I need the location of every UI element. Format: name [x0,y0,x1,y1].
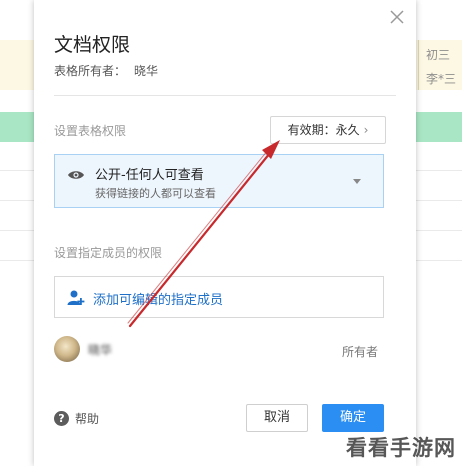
permission-section-label: 设置表格权限 [54,124,127,138]
sheet-cell[interactable]: 初三 [426,46,450,63]
members-section-label: 设置指定成员的权限 [54,246,163,260]
validity-button[interactable]: 有效期：永久 › [270,116,386,144]
add-user-icon [67,289,85,307]
sheet-cell[interactable]: 李*三 [426,70,456,87]
member-role: 所有者 [341,345,378,359]
member-row: 晓华 所有者 [54,336,384,366]
permission-select-subtitle: 获得链接的人都可以查看 [95,187,216,200]
permission-select[interactable]: 公开-任何人可查看 获得链接的人都可以查看 [54,154,384,208]
watermark: 看看手游网 [346,436,456,460]
dialog-title: 文档权限 [54,34,131,56]
cancel-button[interactable]: 取消 [246,404,308,432]
ok-button[interactable]: 确定 [322,404,384,432]
chevron-down-icon [353,179,361,184]
help-link[interactable]: ? 帮助 [54,410,99,427]
help-icon: ? [54,411,69,426]
add-member-label: 添加可编辑的指定成员 [93,293,224,308]
eye-icon [67,167,85,181]
permission-select-title: 公开-任何人可查看 [95,168,204,183]
divider [54,95,396,96]
owner-name: 晓华 [134,64,159,78]
document-permission-dialog: 文档权限 表格所有者： 晓华 设置表格权限 有效期：永久 › 公开-任何人可查看 获… [34,0,416,466]
add-member-button[interactable]: 添加可编辑的指定成员 [54,276,384,318]
member-name: 晓华 [88,343,113,357]
validity-label: 有效期：永久 [287,123,360,137]
chevron-right-icon: › [363,123,369,137]
close-icon[interactable] [386,6,408,28]
avatar [54,336,80,362]
owner-line: 表格所有者： 晓华 [54,62,158,79]
owner-label: 表格所有者： [54,64,127,78]
sheet-column-divider [418,40,419,90]
help-label: 帮助 [75,412,100,426]
